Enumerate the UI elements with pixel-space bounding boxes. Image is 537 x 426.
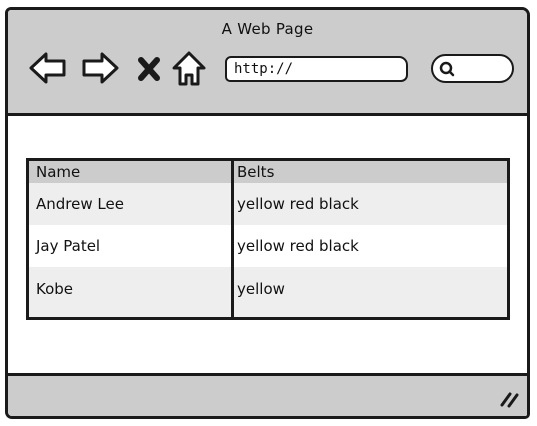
table-row: Kobe yellow (29, 267, 507, 317)
back-arrow-icon[interactable] (28, 48, 68, 88)
browser-window: A Web Page http:// Name Belts Andrew Lee… (5, 7, 530, 419)
search-field[interactable] (431, 54, 514, 83)
close-x-icon[interactable] (136, 48, 162, 88)
url-field[interactable]: http:// (225, 56, 408, 82)
forward-arrow-icon[interactable] (80, 48, 120, 88)
resize-grip-icon[interactable] (499, 390, 519, 408)
table-row: Andrew Lee yellow red black (29, 183, 507, 225)
table-header-row: Name Belts (29, 161, 507, 183)
search-icon (439, 61, 455, 77)
status-bar (8, 373, 527, 416)
column-divider (231, 161, 234, 317)
cell-belts: yellow red black (237, 237, 359, 255)
column-header-belts: Belts (237, 163, 275, 181)
url-text: http:// (234, 61, 294, 77)
cell-name: Jay Patel (36, 237, 101, 255)
cell-belts: yellow red black (237, 195, 359, 213)
cell-name: Andrew Lee (36, 195, 124, 213)
window-title: A Web Page (221, 20, 314, 38)
column-header-name: Name (36, 163, 81, 181)
home-icon[interactable] (171, 48, 207, 88)
cell-belts: yellow (237, 280, 285, 298)
data-table: Name Belts Andrew Lee yellow red black J… (26, 158, 510, 320)
table-row: Jay Patel yellow red black (29, 225, 507, 267)
cell-name: Kobe (36, 280, 74, 298)
browser-toolbar: A Web Page http:// (8, 10, 527, 116)
